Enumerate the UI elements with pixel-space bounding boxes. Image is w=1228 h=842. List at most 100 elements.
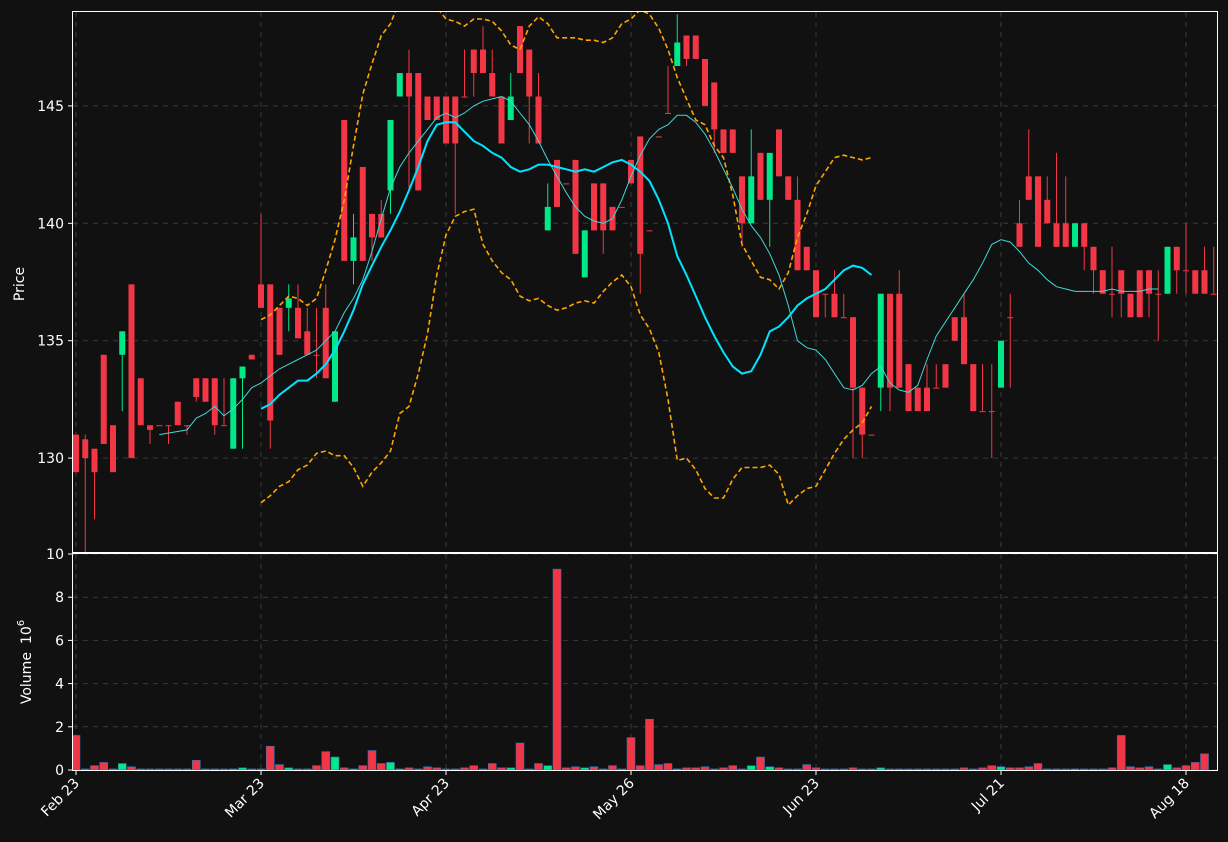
volume-bar [201,768,210,770]
candle-body [498,96,505,144]
candle [1099,270,1106,294]
volume-bar [978,767,987,770]
volume-bar [117,763,127,770]
candle-body [1109,293,1115,295]
price-tick-label: 140 [37,216,64,232]
volume-bar [423,766,432,770]
candle-body [267,284,274,421]
candle-body [165,425,172,427]
volume-bar [645,718,654,770]
volume-bar [663,763,673,770]
candle [581,230,588,278]
candle-body [100,354,107,444]
volume-bar [1144,766,1154,770]
volume-bar [164,768,173,770]
candle [785,176,792,200]
candle [776,129,782,177]
candle-body [1035,176,1041,247]
candle [128,284,135,459]
volume-bar [996,766,1006,770]
candle-body [258,284,264,308]
candle [905,364,912,412]
volume-bar [534,763,543,770]
volume-bar [108,768,118,770]
candle [1127,293,1134,318]
volume-bar [728,765,738,770]
candle [332,331,338,402]
price-tick-label: 145 [37,99,64,115]
candle-body [313,354,320,356]
volume-bar [654,764,664,770]
volume-bar [367,750,377,770]
volume-bar [1163,764,1172,770]
candle [692,35,699,59]
candle-body [526,49,533,97]
volume-bar [774,767,784,770]
volume-tick-label: 6 [55,633,64,649]
candle-body [1025,176,1032,200]
candle-body [794,199,801,271]
volume-bar [238,767,247,770]
candle-body [637,136,644,254]
volume-bar [1052,768,1061,770]
candle-body [1053,223,1060,247]
candle-body [655,136,662,138]
candle [230,378,237,449]
volume-bar [589,766,599,770]
candle-body [387,120,394,191]
volume-bar [293,768,303,770]
candle-body [702,58,708,106]
volume-bar [1135,767,1145,770]
candle [720,129,727,153]
chart-background [0,0,1228,842]
candle [248,354,255,360]
candle-body [406,73,412,97]
candle-body [128,284,135,459]
volume-bar [1033,763,1043,770]
candle-body [1090,246,1097,271]
candle [498,96,505,144]
candle [137,378,144,426]
candle-body [369,213,375,238]
candle-body [933,387,940,389]
volume-bar [737,768,747,770]
volume-bar [339,767,349,770]
volume-bar [802,764,812,770]
candle-body [887,293,893,388]
volume-bar [608,765,617,770]
candle [156,425,163,427]
candle-body [803,246,810,271]
candle [655,136,662,138]
candle-body [1136,270,1143,318]
volume-bar [376,763,386,770]
candle-body [248,354,255,360]
candle-body [618,206,625,208]
candle-body [156,425,163,427]
volume-bar [386,762,395,770]
candle-body [461,96,468,98]
volume-bar [1015,767,1024,770]
volume-axis-title-text: Volume [19,652,35,704]
candle-body [230,378,237,449]
candle [729,129,736,153]
candle [591,183,597,231]
volume-tick-label: 10 [46,547,64,563]
volume-bar [284,767,294,770]
candle-body [822,293,829,295]
volume-bar [839,768,849,770]
volume-bar [1098,768,1108,770]
volume-bar [265,745,275,770]
candle-body [776,129,782,177]
volume-bar [395,768,405,770]
volume-bar [672,768,682,770]
candle-body [914,387,921,412]
candle [110,425,116,473]
volume-bar [561,767,571,770]
volume-bar [922,768,932,770]
volume-bar [312,765,321,770]
volume-bar [349,768,358,770]
candle-body [1192,270,1199,294]
volume-bar [441,768,451,770]
volume-bar [515,742,525,770]
volume-bar [80,768,90,770]
